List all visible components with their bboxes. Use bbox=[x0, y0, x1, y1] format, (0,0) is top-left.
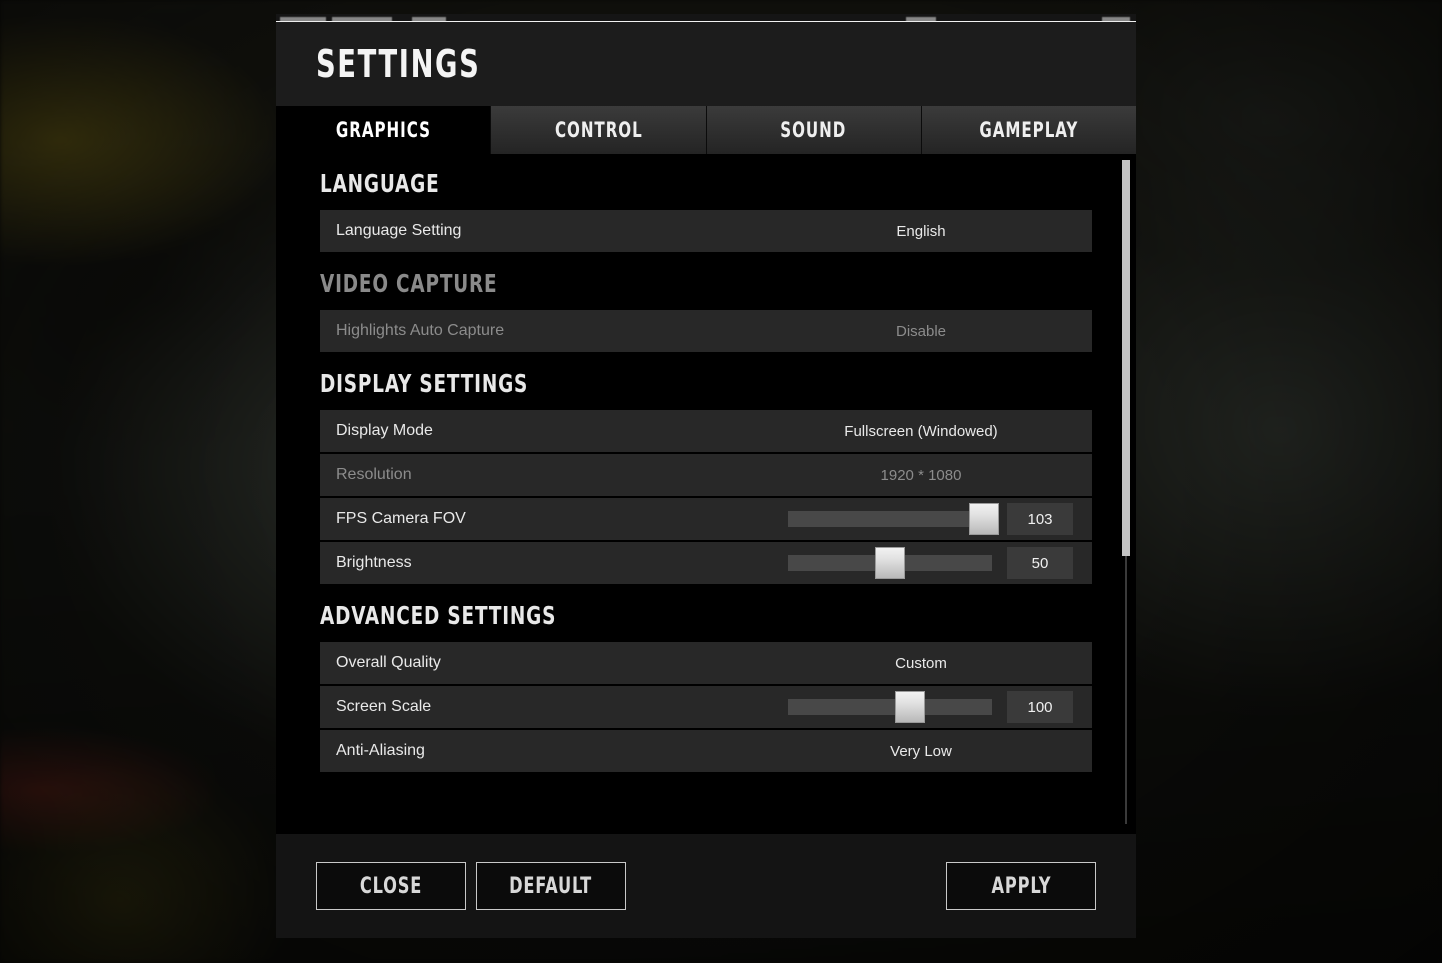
slider-value-box[interactable]: 50 bbox=[1007, 547, 1073, 579]
tab-label: GRAPHICS bbox=[335, 118, 431, 142]
setting-row[interactable]: Screen Scale 100 bbox=[320, 686, 1092, 730]
setting-slider[interactable] bbox=[788, 691, 996, 723]
setting-row[interactable]: FPS Camera FOV 103 bbox=[320, 498, 1092, 542]
setting-label: Resolution bbox=[336, 466, 412, 483]
section-heading-label: VIDEO CAPTURE bbox=[320, 269, 498, 298]
section-heading-label: ADVANCED SETTINGS bbox=[320, 601, 557, 630]
close-button-label: CLOSE bbox=[359, 873, 423, 899]
setting-label: Language Setting bbox=[336, 222, 462, 239]
slider-handle[interactable] bbox=[895, 691, 926, 723]
setting-value: 1920 * 1080 bbox=[880, 466, 962, 484]
slider-track[interactable] bbox=[788, 699, 992, 715]
setting-value: Fullscreen (Windowed) bbox=[844, 422, 998, 440]
slider-handle[interactable] bbox=[968, 503, 999, 535]
apply-button-label: APPLY bbox=[991, 873, 1051, 899]
slider-handle[interactable] bbox=[875, 547, 905, 579]
setting-label: Screen Scale bbox=[336, 698, 432, 715]
tab-label: SOUND bbox=[780, 118, 847, 142]
section-heading: VIDEO CAPTURE bbox=[320, 254, 1092, 310]
setting-label: Brightness bbox=[336, 554, 412, 571]
setting-label: Display Mode bbox=[336, 422, 433, 439]
scrollbar-thumb[interactable] bbox=[1122, 160, 1130, 556]
setting-row: Resolution 1920 * 1080 bbox=[320, 454, 1092, 498]
default-button-label: DEFAULT bbox=[509, 873, 593, 899]
setting-row[interactable]: Anti-Aliasing Very Low bbox=[320, 730, 1092, 774]
setting-value: Very Low bbox=[890, 742, 952, 760]
settings-scroll-area[interactable]: LANGUAGE Language Setting English VIDEO CAP… bbox=[276, 154, 1136, 828]
settings-dialog: SETTINGS GRAPHICS CONTROL SOUND GAMEPLAY LA… bbox=[276, 22, 1136, 938]
tab-sound[interactable]: SOUND bbox=[706, 106, 922, 154]
dialog-header: SETTINGS bbox=[276, 22, 1136, 106]
setting-label: Highlights Auto Capture bbox=[336, 322, 505, 339]
setting-slider[interactable] bbox=[788, 503, 999, 535]
close-button[interactable]: CLOSE bbox=[316, 862, 466, 910]
setting-label: Overall Quality bbox=[336, 654, 441, 671]
setting-row[interactable]: Display Mode Fullscreen (Windowed) bbox=[320, 410, 1092, 454]
section-heading-label: DISPLAY SETTINGS bbox=[320, 369, 529, 398]
setting-value: English bbox=[896, 222, 946, 240]
setting-slider[interactable] bbox=[788, 547, 996, 579]
slider-value-box[interactable]: 103 bbox=[1007, 503, 1073, 535]
tab-gameplay[interactable]: GAMEPLAY bbox=[921, 106, 1136, 154]
setting-label: Anti-Aliasing bbox=[336, 742, 425, 759]
slider-value-box[interactable]: 100 bbox=[1007, 691, 1073, 723]
section-heading: DISPLAY SETTINGS bbox=[320, 354, 1092, 410]
setting-row[interactable]: Brightness 50 bbox=[320, 542, 1092, 586]
setting-value: Disable bbox=[895, 322, 947, 340]
setting-row: Highlights Auto Capture Disable bbox=[320, 310, 1092, 354]
section-heading-label: LANGUAGE bbox=[320, 169, 440, 198]
default-button[interactable]: DEFAULT bbox=[476, 862, 626, 910]
dialog-footer: CLOSE DEFAULT APPLY bbox=[276, 828, 1136, 938]
setting-row[interactable]: Overall Quality Custom bbox=[320, 642, 1092, 686]
tab-label: CONTROL bbox=[554, 118, 643, 142]
slider-track[interactable] bbox=[788, 511, 992, 527]
section-heading: ADVANCED SETTINGS bbox=[320, 586, 1092, 642]
tab-control[interactable]: CONTROL bbox=[491, 106, 707, 154]
section-heading: LANGUAGE bbox=[320, 154, 1092, 210]
page-title: SETTINGS bbox=[316, 42, 481, 86]
tab-label: GAMEPLAY bbox=[979, 118, 1079, 142]
apply-button[interactable]: APPLY bbox=[946, 862, 1096, 910]
setting-row[interactable]: Language Setting English bbox=[320, 210, 1092, 254]
tab-bar: GRAPHICS CONTROL SOUND GAMEPLAY bbox=[276, 106, 1136, 154]
setting-label: FPS Camera FOV bbox=[336, 510, 466, 527]
tab-graphics[interactable]: GRAPHICS bbox=[276, 106, 492, 154]
setting-value: Custom bbox=[895, 654, 947, 672]
